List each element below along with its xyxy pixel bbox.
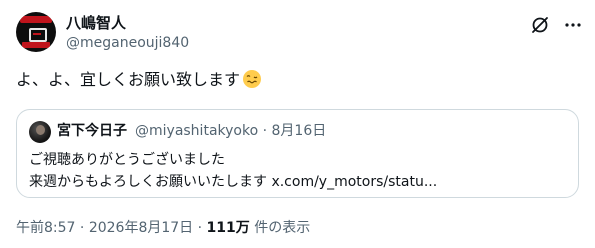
tweet-text: よ、よ、宜しくお願い致します [16, 68, 262, 92]
avatar-mark [29, 28, 47, 42]
more-icon[interactable] [563, 15, 583, 35]
view-count: 111万 [206, 220, 250, 236]
quoted-author-display-name: 宮下今日子 [57, 123, 127, 139]
quoted-separator: · [262, 123, 268, 139]
meta-separator: · [197, 220, 203, 236]
tweet-body: よ、よ、宜しくお願い致します [16, 70, 241, 89]
quoted-text-line-1: ご視聴ありがとうございました [29, 152, 225, 168]
avatar-base [22, 42, 50, 48]
view-label: 件の表示 [254, 220, 311, 236]
author-avatar[interactable] [16, 12, 56, 52]
post-date[interactable]: 2026年8月17日 [89, 220, 193, 236]
meta-separator: · [79, 220, 85, 236]
author-display-name[interactable]: 八嶋智人 [66, 14, 126, 32]
woozy-face-icon [243, 70, 262, 88]
grok-icon[interactable] [530, 15, 550, 35]
post-time[interactable]: 午前8:57 [16, 220, 75, 236]
avatar-banner [20, 16, 52, 23]
quoted-date: 8月16日 [271, 123, 327, 139]
author-handle[interactable]: @meganeouji840 [66, 35, 189, 52]
quoted-author-avatar[interactable] [29, 121, 51, 143]
tweet-metadata: 午前8:57 · 2026年8月17日 · 111万 件の表示 [16, 220, 310, 237]
quoted-author-handle: @miyashitakyoko [135, 123, 259, 139]
quoted-author-meta: @miyashitakyoko · 8月16日 [135, 123, 326, 140]
quoted-tweet[interactable]: 宮下今日子 @miyashitakyoko · 8月16日 ご視聴ありがとうござ… [16, 109, 579, 198]
quoted-text-line-2: 来週からもよろしくお願いいたします x.com/y_motors/statu..… [29, 174, 438, 190]
